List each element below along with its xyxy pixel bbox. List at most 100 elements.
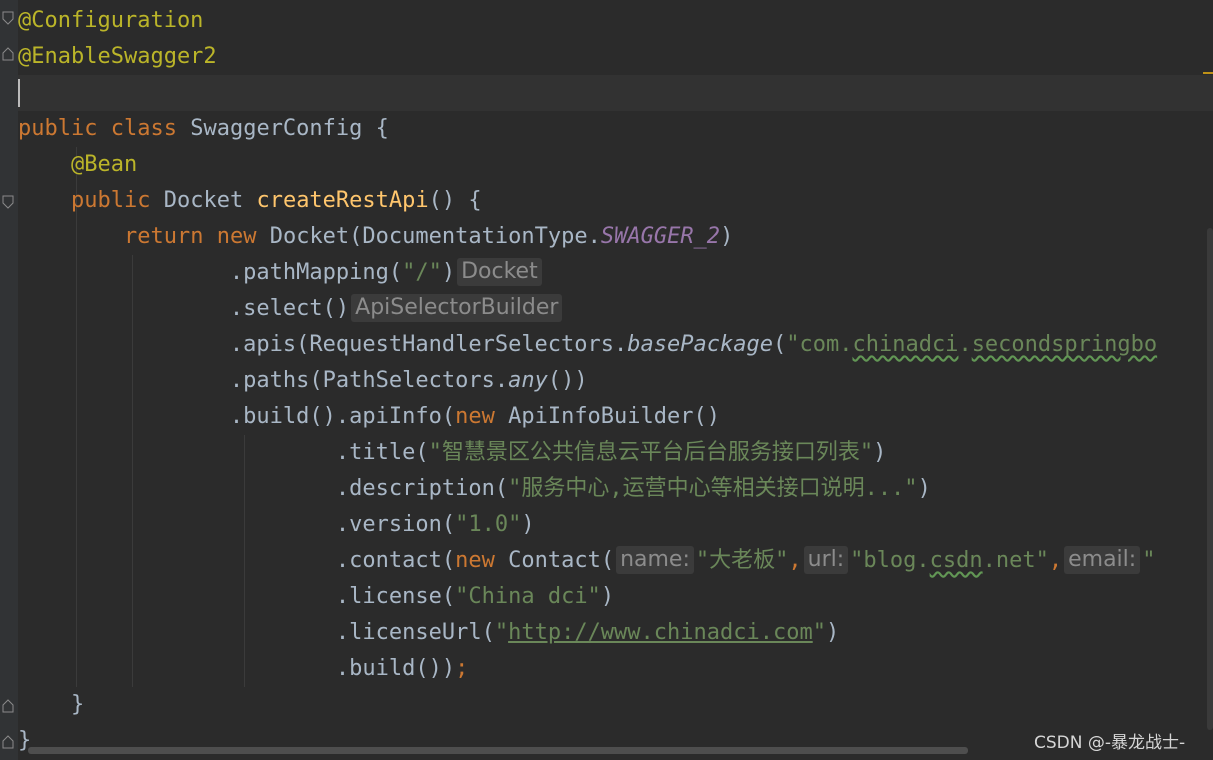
fold-open-icon[interactable] (2, 195, 14, 209)
brace: } (70, 692, 85, 717)
method-call: .select() (229, 296, 350, 321)
type-hint: Docket (457, 258, 542, 286)
code-editor[interactable]: @Configuration @EnableSwagger2 public cl… (0, 0, 1213, 760)
method-call: .licenseUrl( (335, 620, 495, 645)
keyword: public (70, 188, 151, 213)
keyword: new (455, 548, 495, 573)
string-literal: secondspringbo (971, 332, 1158, 357)
code-text: ) (600, 584, 615, 609)
method-call: .title( (335, 440, 429, 465)
type-hint: ApiSelectorBuilder (351, 294, 563, 322)
keyword: new (455, 404, 495, 429)
code-line-2[interactable]: @EnableSwagger2 (18, 39, 217, 75)
code-text: ) (825, 620, 840, 645)
string-literal: "大老板" (695, 548, 789, 573)
string-literal: .net" (982, 548, 1049, 573)
code-line-8[interactable]: .pathMapping("/") Docket (18, 255, 544, 291)
code-line-4[interactable]: public class SwaggerConfig { (18, 111, 389, 147)
keyword: new (216, 224, 257, 249)
code-line-16[interactable]: .contact(new Contact(name: "大老板", url: "blo… (18, 543, 1155, 579)
method-call: .description( (335, 476, 509, 501)
watermark: CSDN @-暴龙战士- (1034, 733, 1186, 753)
code-text: ( (772, 332, 787, 357)
string-literal: "China dci" (455, 584, 601, 609)
method-call: .license( (335, 584, 456, 609)
brace: { (375, 116, 389, 141)
comma: , (788, 548, 802, 573)
code-line-17[interactable]: .license("China dci") (18, 579, 614, 615)
vertical-scrollbar[interactable] (1207, 228, 1213, 730)
keyword: return (123, 224, 204, 249)
method-call: .build()) (335, 656, 456, 681)
method-call: .contact( (335, 548, 456, 573)
code-line-11[interactable]: .paths(PathSelectors.any()) (18, 363, 588, 399)
method-call: .apis(RequestHandlerSelectors. (229, 332, 628, 357)
annotation: @Bean (70, 152, 138, 177)
method-call: .build().apiInfo( (229, 404, 456, 429)
code-line-15[interactable]: .version("1.0") (18, 507, 535, 543)
code-text: ()) (547, 368, 588, 393)
param-hint: email: (1064, 546, 1141, 574)
error-stripe-marker[interactable] (1203, 72, 1213, 74)
code-line-1[interactable]: @Configuration (18, 3, 203, 39)
code-line-9[interactable]: .select() ApiSelectorBuilder (18, 291, 564, 327)
comma: , (1048, 548, 1063, 573)
code-text: ) (917, 476, 931, 501)
string-literal: chinadci (852, 332, 959, 357)
string-literal: "1.0" (455, 512, 522, 537)
string-literal: "blog. (850, 548, 930, 573)
code-text: Contact( (494, 548, 615, 573)
method-name: createRestApi (256, 188, 429, 213)
code-line-19[interactable]: .build()); (18, 651, 468, 687)
fold-close-icon[interactable] (2, 699, 14, 713)
method-call: .version( (335, 512, 456, 537)
editor-gutter[interactable] (0, 0, 18, 760)
annotation: @EnableSwagger2 (18, 44, 217, 69)
code-line-12[interactable]: .build().apiInfo(new ApiInfoBuilder() (18, 399, 720, 435)
string-literal: "智慧景区公共信息云平台后台服务接口列表" (428, 440, 874, 465)
code-line-7[interactable]: return new Docket(DocumentationType.SWAG… (18, 219, 733, 255)
static-constant: SWAGGER_2 (600, 224, 721, 249)
current-line-highlight (18, 75, 1213, 111)
string-literal: csdn (929, 548, 983, 573)
param-hint: url: (803, 546, 849, 574)
string-literal: "/" (402, 260, 442, 285)
method-call: .pathMapping( (229, 260, 403, 285)
keyword: public (18, 116, 98, 141)
horizontal-scrollbar[interactable] (28, 747, 968, 754)
keyword: class (110, 116, 177, 141)
annotation: @Configuration (18, 8, 204, 33)
string-literal: " (812, 620, 826, 645)
code-text: ) (873, 440, 887, 465)
semicolon: ; (455, 656, 469, 681)
code-line-5[interactable]: @Bean (18, 147, 137, 183)
code-text: ) (521, 512, 535, 537)
method-call: .paths(PathSelectors. (229, 368, 509, 393)
static-method: basePackage (627, 332, 773, 357)
code-text: ) (441, 260, 456, 285)
string-literal: "com. (786, 332, 853, 357)
code-text: () { (428, 188, 482, 213)
fold-close-icon[interactable] (2, 47, 14, 61)
code-line-14[interactable]: .description("服务中心,运营中心等相关接口说明...") (18, 471, 931, 507)
code-text: Docket(DocumentationType. (269, 224, 601, 249)
param-hint: name: (616, 546, 694, 574)
code-line-20[interactable]: } (18, 687, 84, 723)
url-link[interactable]: http://www.chinadci.com (508, 620, 813, 645)
string-literal: . (958, 332, 972, 357)
fold-close-icon[interactable] (2, 735, 14, 749)
code-text: ApiInfoBuilder() (494, 404, 721, 429)
code-line-10[interactable]: .apis(RequestHandlerSelectors.basePackag… (18, 327, 1157, 363)
code-line-13[interactable]: .title("智慧景区公共信息云平台后台服务接口列表") (18, 435, 886, 471)
code-line-6[interactable]: public Docket createRestApi() { (18, 183, 482, 219)
fold-open-icon[interactable] (2, 11, 14, 25)
text-caret (18, 79, 20, 107)
type-name: Docket (163, 188, 244, 213)
string-literal: "服务中心,运营中心等相关接口说明..." (508, 476, 918, 501)
class-name: SwaggerConfig (190, 116, 363, 141)
code-line-18[interactable]: .licenseUrl("http://www.chinadci.com") (18, 615, 839, 651)
string-literal: " (494, 620, 509, 645)
string-literal: " (1142, 548, 1156, 573)
static-method: any (508, 368, 548, 393)
code-text: ) (720, 224, 734, 249)
